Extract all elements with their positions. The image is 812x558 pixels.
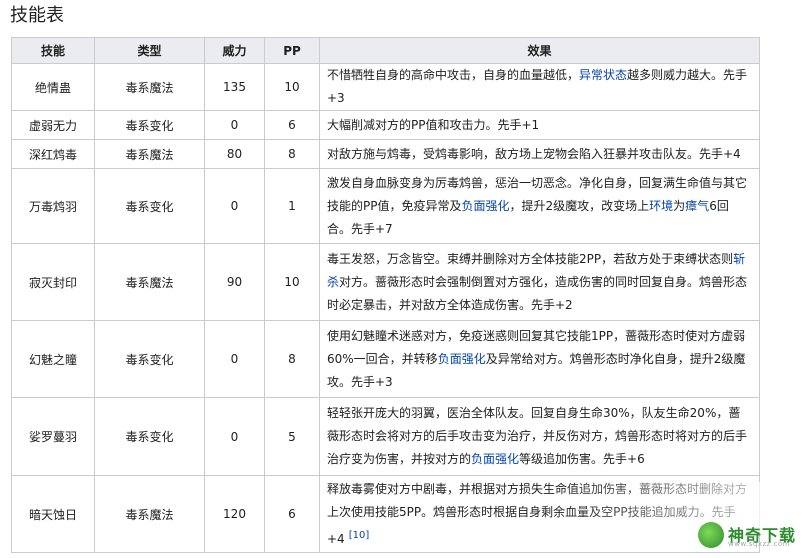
header-pp: PP: [264, 37, 320, 64]
skill-name-cell: 娑罗蔓羽: [11, 397, 95, 476]
effect-link[interactable]: 环境: [649, 199, 673, 213]
skill-power-cell: 90: [204, 243, 265, 321]
effect-link[interactable]: 负面强化: [438, 352, 486, 366]
table-row: 万毒鸩羽 毒系变化 0 1 激发自身血脉变身为厉毒鸩兽，惩治一切恶念。净化自身，回复满生…: [11, 168, 760, 244]
effect-text: 对敌方施与鸩毒，受鸩毒影响，敌方场上宠物会陷入狂暴并攻击队友。先手+4: [327, 146, 741, 161]
skill-power-cell: 0: [204, 397, 265, 476]
skill-effect-cell: 释放毒雾使对方中剧毒，并根据对方损失生命值追加伤害，蔷薇形态时删除对方上次使用技…: [319, 475, 760, 553]
skill-name-cell: 暗天蚀日: [11, 475, 95, 553]
table-row: 幻魅之瞳 毒系变化 0 8 使用幻魅瞳术迷惑对方，免疫迷惑则回复其它技能1PP，蔷薇形态…: [11, 320, 760, 398]
effect-text: 对方。蔷薇形态时会强制倒置对方强化，造成伤害的同时回复自身。鸩兽形态时必定暴击，…: [327, 274, 748, 312]
skill-pp-cell: 6: [264, 475, 320, 553]
skill-effect-cell: 激发自身血脉变身为厉毒鸩兽，惩治一切恶念。净化自身，回复满生命值与其它技能的PP…: [319, 168, 760, 244]
table-row: 虚弱无力 毒系变化 0 6 大幅削减对方的PP值和攻击力。先手+1: [11, 110, 760, 140]
skill-pp-cell: 5: [264, 397, 320, 476]
table-row: 绝情蛊 毒系魔法 135 10 不惜牺牲自身的高命中攻击，自身的血量越低，异常状态越多则…: [11, 63, 760, 111]
skill-type-cell: 毒系变化: [94, 168, 205, 244]
header-skill: 技能: [11, 37, 95, 64]
skill-type-cell: 毒系魔法: [94, 475, 205, 553]
leaf-logo-icon: [698, 522, 724, 548]
watermark-url: www.sqxzz.com: [728, 540, 791, 548]
skill-type-cell: 毒系魔法: [94, 243, 205, 321]
skill-name-cell: 幻魅之瞳: [11, 320, 95, 398]
skill-pp-cell: 1: [264, 168, 320, 244]
effect-text: 等级追加伤害。先手+6: [519, 452, 645, 466]
effect-text: 释放毒雾使对方中剧毒，并根据对方损失生命值追加伤害，蔷薇形态时删除对方上次使用技…: [327, 481, 748, 546]
effect-text: ，提升2级魔攻，改变场上: [509, 198, 650, 213]
skill-pp-cell: 8: [264, 320, 320, 398]
section-title: 技能表: [10, 5, 64, 26]
skill-effect-cell: 轻轻张开庞大的羽翼，医治全体队友。回复自身生命30%，队友生命20%，蔷薇形态时…: [319, 397, 760, 476]
reference-link[interactable]: [10]: [349, 530, 370, 541]
skill-power-cell: 0: [204, 320, 265, 398]
skill-power-cell: 135: [204, 63, 265, 111]
skill-power-cell: 120: [204, 475, 265, 553]
skill-pp-cell: 8: [264, 139, 320, 169]
skill-name-cell: 万毒鸩羽: [11, 168, 95, 244]
skill-pp-cell: 10: [264, 63, 320, 111]
skill-name-cell: 绝情蛊: [11, 63, 95, 111]
skill-name-cell: 虚弱无力: [11, 110, 95, 140]
skill-effect-cell: 不惜牺牲自身的高命中攻击，自身的血量越低，异常状态越多则威力越大。先手+3: [319, 63, 760, 111]
effect-text: 为: [673, 198, 686, 213]
skill-pp-cell: 10: [264, 243, 320, 321]
effect-text: 大幅削减对方的PP值和攻击力。先手+1: [327, 117, 540, 132]
skill-pp-cell: 6: [264, 110, 320, 140]
table-row: 深红鸩毒 毒系魔法 80 8 对敌方施与鸩毒，受鸩毒影响，敌方场上宠物会陷入狂暴并攻击队…: [11, 139, 760, 169]
skill-table: 技能 类型 威力 PP 效果 绝情蛊 毒系魔法 135 10 不惜牺牲自身的高命中攻击，…: [11, 37, 760, 553]
skill-type-cell: 毒系变化: [94, 110, 205, 140]
effect-text: 毒王发怒，万念皆空。束缚并删除对方全体技能2PP，若敌方处于束缚状态则: [327, 251, 734, 266]
effect-text: 不惜牺牲自身的高命中攻击，自身的血量越低，: [327, 68, 580, 82]
effect-link[interactable]: 负面强化: [461, 199, 509, 213]
skill-table-body: 绝情蛊 毒系魔法 135 10 不惜牺牲自身的高命中攻击，自身的血量越低，异常状态越多则…: [11, 63, 760, 553]
header-power: 威力: [204, 37, 265, 64]
header-effect: 效果: [319, 37, 760, 64]
skill-power-cell: 0: [204, 110, 265, 140]
skill-effect-cell: 大幅削减对方的PP值和攻击力。先手+1: [319, 110, 760, 140]
table-row: 寂灭封印 毒系魔法 90 10 毒王发怒，万念皆空。束缚并删除对方全体技能2PP，若敌方…: [11, 243, 760, 321]
table-row: 娑罗蔓羽 毒系变化 0 5 轻轻张开庞大的羽翼，医治全体队友。回复自身生命30%，队友生…: [11, 397, 760, 476]
skill-type-cell: 毒系变化: [94, 397, 205, 476]
watermark: 神奇下载 www.sqxzz.com: [698, 520, 802, 550]
skill-name-cell: 深红鸩毒: [11, 139, 95, 169]
skill-type-cell: 毒系变化: [94, 320, 205, 398]
skill-type-cell: 毒系魔法: [94, 63, 205, 111]
skill-effect-cell: 毒王发怒，万念皆空。束缚并删除对方全体技能2PP，若敌方处于束缚状态则斩杀对方。…: [319, 243, 760, 321]
effect-link[interactable]: 瘴气: [685, 199, 709, 213]
table-header-row: 技能 类型 威力 PP 效果: [11, 37, 760, 64]
header-type: 类型: [94, 37, 205, 64]
effect-link[interactable]: 负面强化: [471, 452, 519, 466]
skill-power-cell: 0: [204, 168, 265, 244]
effect-link[interactable]: 异常状态: [579, 68, 627, 82]
table-row: 暗天蚀日 毒系魔法 120 6 释放毒雾使对方中剧毒，并根据对方损失生命值追加伤害，蔷薇…: [11, 475, 760, 553]
skill-type-cell: 毒系魔法: [94, 139, 205, 169]
skill-effect-cell: 使用幻魅瞳术迷惑对方，免疫迷惑则回复其它技能1PP，蔷薇形态时使对方虚弱60%一…: [319, 320, 760, 398]
skill-effect-cell: 对敌方施与鸩毒，受鸩毒影响，敌方场上宠物会陷入狂暴并攻击队友。先手+4: [319, 139, 760, 169]
skill-power-cell: 80: [204, 139, 265, 169]
skill-name-cell: 寂灭封印: [11, 243, 95, 321]
